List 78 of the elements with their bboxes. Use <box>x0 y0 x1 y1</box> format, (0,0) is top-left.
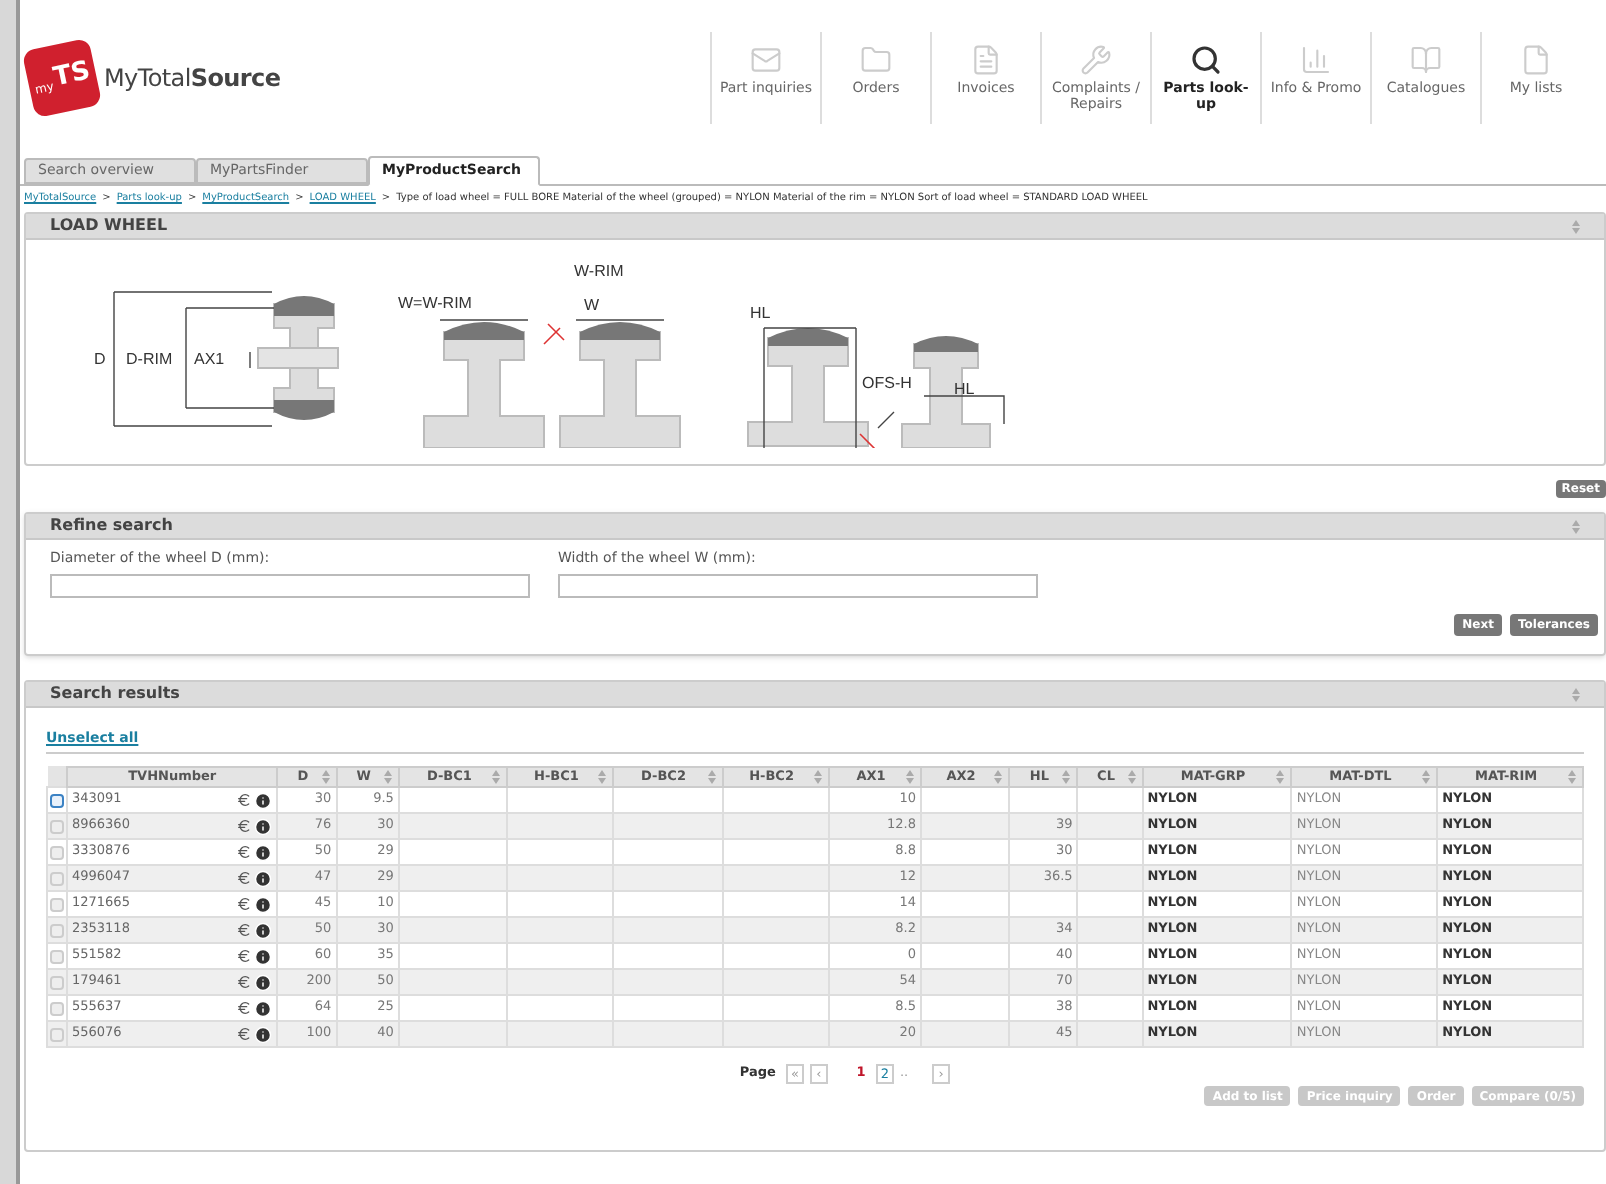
logo-name: MyTotalSource <box>104 62 281 96</box>
sort-icon <box>906 769 914 784</box>
sort-icon <box>383 769 392 784</box>
panel-title: Refine search <box>50 514 173 538</box>
sort-icon <box>707 769 715 784</box>
wheel-profile-drawing <box>547 319 681 448</box>
table-cell <box>722 1021 830 1048</box>
panel-title: Search results <box>50 682 180 706</box>
sort-icon <box>598 769 607 784</box>
sort-icon <box>492 769 501 784</box>
dimension-label: HL <box>954 380 975 398</box>
info-icon[interactable] <box>254 973 273 992</box>
dimension-label: OFS-H <box>862 374 912 392</box>
info-icon[interactable] <box>254 869 273 888</box>
row-checkbox[interactable] <box>50 871 64 886</box>
info-icon[interactable] <box>254 843 273 862</box>
row-checkbox[interactable] <box>50 923 64 938</box>
wheel-profile-drawing <box>423 319 561 448</box>
row-checkbox[interactable] <box>50 1001 64 1016</box>
dimension-label: HL <box>750 304 771 322</box>
table-cell <box>613 1021 722 1048</box>
row-checkbox[interactable] <box>50 975 64 990</box>
sort-icon <box>1572 519 1580 533</box>
euro-icon[interactable] <box>236 844 253 861</box>
euro-icon[interactable] <box>236 792 253 809</box>
row-checkbox[interactable] <box>50 819 64 834</box>
info-icon[interactable] <box>254 947 273 966</box>
book-icon <box>1410 44 1442 76</box>
table-cell <box>398 1021 508 1048</box>
euro-icon[interactable] <box>236 922 253 939</box>
info-icon[interactable] <box>254 999 273 1018</box>
envelope-icon <box>750 44 782 76</box>
dimension-label: D <box>94 350 106 368</box>
info-icon[interactable] <box>254 1025 273 1044</box>
dimension-label: W <box>584 296 600 314</box>
input-field[interactable] <box>50 573 530 597</box>
sort-icon <box>1127 769 1136 784</box>
sort-icon <box>1568 769 1576 784</box>
dimension-label: W-RIM <box>574 262 624 280</box>
sort-icon <box>1276 769 1285 784</box>
sort-icon <box>1572 687 1580 701</box>
folder-icon <box>860 44 892 76</box>
info-icon[interactable] <box>254 895 273 914</box>
sort-icon <box>1062 769 1071 784</box>
sort-icon <box>814 769 823 784</box>
euro-icon[interactable] <box>236 818 253 835</box>
euro-icon[interactable] <box>236 870 253 887</box>
euro-icon[interactable] <box>236 896 253 913</box>
info-icon[interactable] <box>254 791 273 810</box>
euro-icon[interactable] <box>236 1000 253 1017</box>
logo-initials: TS <box>51 54 95 98</box>
row-checkbox[interactable] <box>50 793 64 808</box>
row-checkbox[interactable] <box>50 845 64 860</box>
document-icon <box>1520 44 1552 76</box>
sort-icon <box>994 769 1003 784</box>
euro-icon[interactable] <box>236 948 253 965</box>
row-checkbox[interactable] <box>50 1027 64 1042</box>
search-icon <box>1190 44 1222 76</box>
euro-icon[interactable] <box>236 1026 253 1043</box>
wrench-icon <box>1080 44 1112 76</box>
bar-chart-icon <box>1300 44 1332 76</box>
table-cell <box>921 1021 1010 1048</box>
dimension-label: AX1 <box>194 350 225 368</box>
dimension-label: W=W-RIM <box>398 294 472 312</box>
row-checkbox[interactable] <box>50 949 64 964</box>
input-field[interactable] <box>558 573 1038 597</box>
table-cell <box>1077 1021 1143 1048</box>
row-checkbox[interactable] <box>50 897 64 912</box>
table-cell <box>507 1021 614 1048</box>
euro-icon[interactable] <box>236 974 253 991</box>
info-icon[interactable] <box>254 817 273 836</box>
sort-icon <box>1572 219 1580 233</box>
dimension-label: D-RIM <box>126 350 173 368</box>
sort-icon <box>1422 769 1431 784</box>
info-icon[interactable] <box>254 921 273 940</box>
document-icon <box>970 44 1002 76</box>
panel-title: LOAD WHEEL <box>50 214 168 238</box>
sort-icon <box>321 769 330 784</box>
